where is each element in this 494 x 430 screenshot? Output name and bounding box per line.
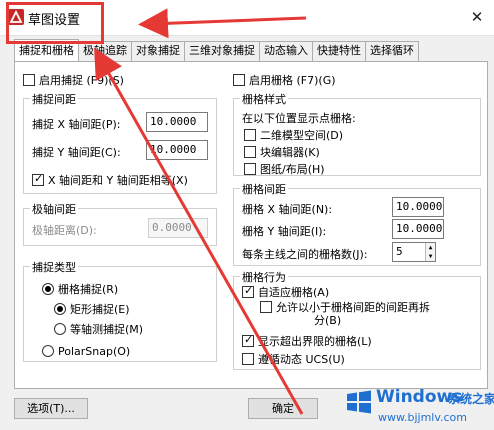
arrow-to-tab [94, 47, 304, 415]
arrow-to-title [138, 8, 307, 39]
annotation-arrows [94, 8, 307, 415]
watermark-site-cn: 系统之家 [448, 392, 494, 406]
windows-logo-icon [347, 390, 371, 414]
site-watermark: Windows 系统之家 www.bjjmlv.com [346, 383, 494, 429]
watermark-url: www.bjjmlv.com [378, 411, 467, 424]
